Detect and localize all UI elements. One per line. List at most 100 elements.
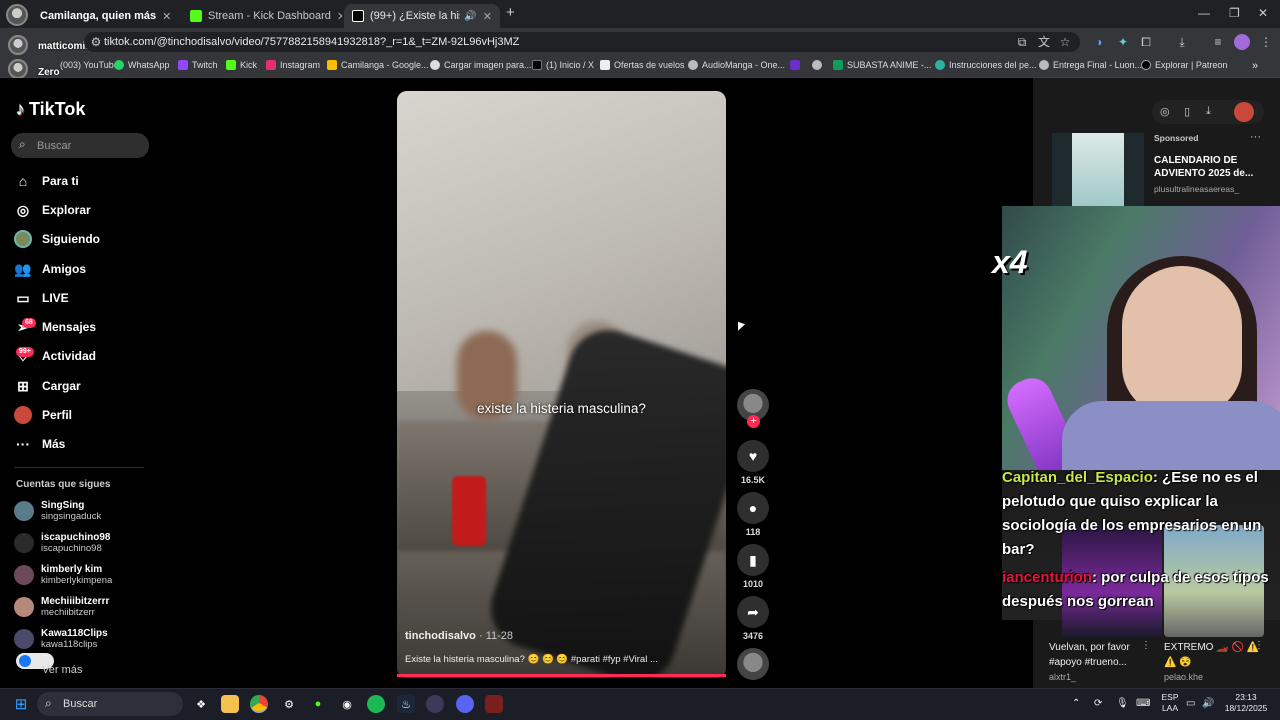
taskbar-search[interactable]: ⌕ Buscar bbox=[37, 692, 183, 716]
network-icon[interactable]: ▭ bbox=[1186, 698, 1195, 709]
spotify-icon[interactable] bbox=[367, 695, 385, 713]
bookmark-subasta[interactable]: SUBASTA ANIME -... bbox=[833, 60, 931, 70]
bookmark-globe[interactable] bbox=[812, 60, 826, 70]
windows-start-icon[interactable]: ⊞ bbox=[12, 695, 30, 713]
microphone-tray-icon[interactable]: 🎙 bbox=[1116, 698, 1129, 709]
recommended-card[interactable]: Vuelvan, por favor #apoyo #trueno... alx… bbox=[1049, 640, 1149, 685]
close-icon[interactable]: ✕ bbox=[477, 10, 492, 23]
download-icon[interactable]: ⤓ bbox=[1174, 34, 1190, 50]
kick-app-icon[interactable]: ● bbox=[309, 695, 327, 713]
new-tab-icon[interactable]: + bbox=[506, 4, 515, 21]
settings-icon[interactable]: ⚙ bbox=[280, 695, 298, 713]
obs-icon[interactable]: ◉ bbox=[338, 695, 356, 713]
close-icon[interactable]: ✕ bbox=[331, 10, 342, 23]
bookmark-audiomanga[interactable]: AudioManga - One... bbox=[688, 60, 785, 70]
more-options-icon[interactable]: ⋮ bbox=[1254, 640, 1264, 651]
close-icon[interactable]: ✕ bbox=[156, 10, 171, 23]
search-input[interactable]: ⌕ Buscar bbox=[11, 133, 149, 158]
speaker-icon[interactable]: 🔊 bbox=[464, 11, 476, 22]
cast-icon[interactable]: ⧉ bbox=[1014, 34, 1030, 50]
tray-app-icon[interactable]: ⟳ bbox=[1094, 698, 1102, 709]
bookmark-x[interactable]: (1) Inicio / X bbox=[532, 60, 594, 70]
more-options-icon[interactable]: ··· bbox=[1250, 131, 1261, 143]
like-button[interactable]: ♥ 16.5K bbox=[737, 440, 769, 485]
nav-siguiendo[interactable]: Siguiendo bbox=[14, 228, 100, 250]
language-indicator[interactable]: ESP LAA bbox=[1160, 692, 1180, 714]
bookmark-instagram[interactable]: Instagram bbox=[266, 60, 320, 70]
nav-cargar[interactable]: ⊞ Cargar bbox=[14, 375, 81, 397]
clock[interactable]: 23:13 18/12/2025 bbox=[1222, 692, 1270, 714]
nav-mas[interactable]: ··· Más bbox=[14, 433, 65, 455]
translate-icon[interactable]: 文 bbox=[1036, 34, 1052, 50]
tab-camilanga[interactable]: Camilanga, quien más ✕ bbox=[32, 4, 178, 28]
share-button[interactable]: ➦ 3476 bbox=[737, 596, 769, 641]
bookmark-twitch[interactable]: Twitch bbox=[178, 60, 218, 70]
phone-icon[interactable]: ▯ bbox=[1184, 105, 1190, 118]
bookmark-google-drive[interactable]: Camilanga - Google... bbox=[327, 60, 429, 70]
profile-avatar-icon[interactable] bbox=[1234, 102, 1254, 122]
bookmark-extension[interactable] bbox=[790, 60, 804, 70]
more-options-icon[interactable]: ⋮ bbox=[1141, 640, 1151, 651]
tab-tiktok[interactable]: (99+) ¿Existe la histeria mas 🔊 ✕ bbox=[344, 4, 500, 28]
follow-plus-icon[interactable]: + bbox=[747, 415, 760, 428]
bookmark-youtube[interactable]: (003) YouTube bbox=[60, 60, 119, 70]
music-disc-button[interactable] bbox=[737, 648, 769, 680]
close-window-icon[interactable]: ✕ bbox=[1258, 6, 1268, 20]
nav-live[interactable]: ▭ LIVE bbox=[14, 287, 68, 309]
nav-para-ti[interactable]: ⌂ Para ti bbox=[14, 170, 79, 192]
volume-icon[interactable]: 🔊 bbox=[1202, 698, 1214, 709]
extensions-puzzle-icon[interactable]: ⧠ bbox=[1138, 34, 1154, 50]
minimize-icon[interactable]: — bbox=[1198, 6, 1210, 20]
bookmark-kick[interactable]: Kick bbox=[226, 60, 257, 70]
keyboard-icon[interactable]: ⌨ bbox=[1136, 698, 1150, 709]
comment-button[interactable]: ● 118 bbox=[737, 492, 769, 537]
tray-expand-icon[interactable]: ⌃ bbox=[1072, 698, 1080, 709]
followed-account[interactable]: iscapuchino98 iscapuchino98 bbox=[14, 532, 110, 554]
nav-amigos[interactable]: 👥 Amigos bbox=[14, 258, 86, 280]
bookmark-cargar-imagen[interactable]: Cargar imagen para... bbox=[430, 60, 532, 70]
bookmark-instrucciones[interactable]: Instrucciones del pe... bbox=[935, 60, 1037, 70]
compass-icon[interactable]: ◎ bbox=[1160, 105, 1170, 118]
bookmark-whatsapp[interactable]: WhatsApp bbox=[114, 60, 170, 70]
file-explorer-icon[interactable] bbox=[221, 695, 239, 713]
bookmarks-overflow-icon[interactable]: » bbox=[1252, 60, 1258, 72]
nav-perfil[interactable]: Perfil bbox=[14, 404, 72, 426]
followed-account[interactable]: Kawa118Clips kawa118clips bbox=[14, 628, 108, 650]
see-more-link[interactable]: Ver más bbox=[42, 664, 82, 676]
task-view-icon[interactable]: ❖ bbox=[192, 695, 210, 713]
tab-kick-dashboard[interactable]: Stream - Kick Dashboard ✕ bbox=[182, 4, 342, 28]
video-author[interactable]: tinchodisalvo · 11-28 bbox=[405, 630, 513, 642]
nav-explorar[interactable]: ◎ Explorar bbox=[14, 199, 91, 221]
app-icon[interactable] bbox=[426, 695, 444, 713]
bookmark-vuelos[interactable]: Ofertas de vuelos bbox=[600, 60, 685, 70]
game-icon[interactable] bbox=[485, 695, 503, 713]
followed-account[interactable]: Mechiiibitzerrr mechiibitzerr bbox=[14, 596, 109, 618]
extension-icon[interactable]: ◗ bbox=[1092, 34, 1108, 50]
video-description[interactable]: Existe la histeria masculina? 😊 😊 😊 #par… bbox=[405, 654, 658, 665]
author-avatar-button[interactable]: + bbox=[737, 389, 769, 428]
discord-icon[interactable] bbox=[456, 695, 474, 713]
site-info-icon[interactable]: ⚙ bbox=[88, 34, 104, 50]
steam-icon[interactable]: ♨ bbox=[397, 695, 415, 713]
star-icon[interactable]: ☆ bbox=[1057, 34, 1073, 50]
followed-account[interactable]: SingSing singsingaduck bbox=[14, 500, 101, 522]
download-icon[interactable]: ⤓ bbox=[1206, 105, 1211, 118]
bookmark-patreon[interactable]: Explorar | Patreon bbox=[1141, 60, 1227, 70]
maximize-icon[interactable]: ❐ bbox=[1229, 6, 1240, 20]
chrome-icon[interactable] bbox=[250, 695, 268, 713]
media-icon[interactable]: ≡ bbox=[1210, 34, 1226, 50]
save-button[interactable]: ▮ 1010 bbox=[737, 544, 769, 589]
recommended-card[interactable]: EXTREMO 🏎️ 🚫 ⚠️ ⚠️ 😵 pelao.khe bbox=[1164, 640, 1264, 685]
sponsored-account[interactable]: plusultralineasaereas_ bbox=[1154, 184, 1239, 194]
sponsored-title[interactable]: CALENDARIO DE ADVIENTO 2025 de... bbox=[1154, 154, 1260, 180]
tiktok-logo[interactable]: ♪ TikTok bbox=[16, 99, 85, 120]
profile-avatar-icon[interactable] bbox=[1234, 34, 1250, 50]
sponsored-thumbnail[interactable] bbox=[1052, 133, 1144, 206]
extension-icon[interactable]: ✦ bbox=[1115, 34, 1131, 50]
menu-icon[interactable]: ⋮ bbox=[1258, 34, 1274, 50]
bookmark-entrega[interactable]: Entrega Final - Luon... bbox=[1039, 60, 1142, 70]
followed-account[interactable]: kimberly kim kimberlykimpena bbox=[14, 564, 112, 586]
video-progress-bar[interactable] bbox=[397, 674, 726, 677]
video-player[interactable] bbox=[397, 91, 726, 678]
address-bar[interactable]: tiktok.com/@tinchodisalvo/video/75778821… bbox=[84, 32, 1080, 52]
